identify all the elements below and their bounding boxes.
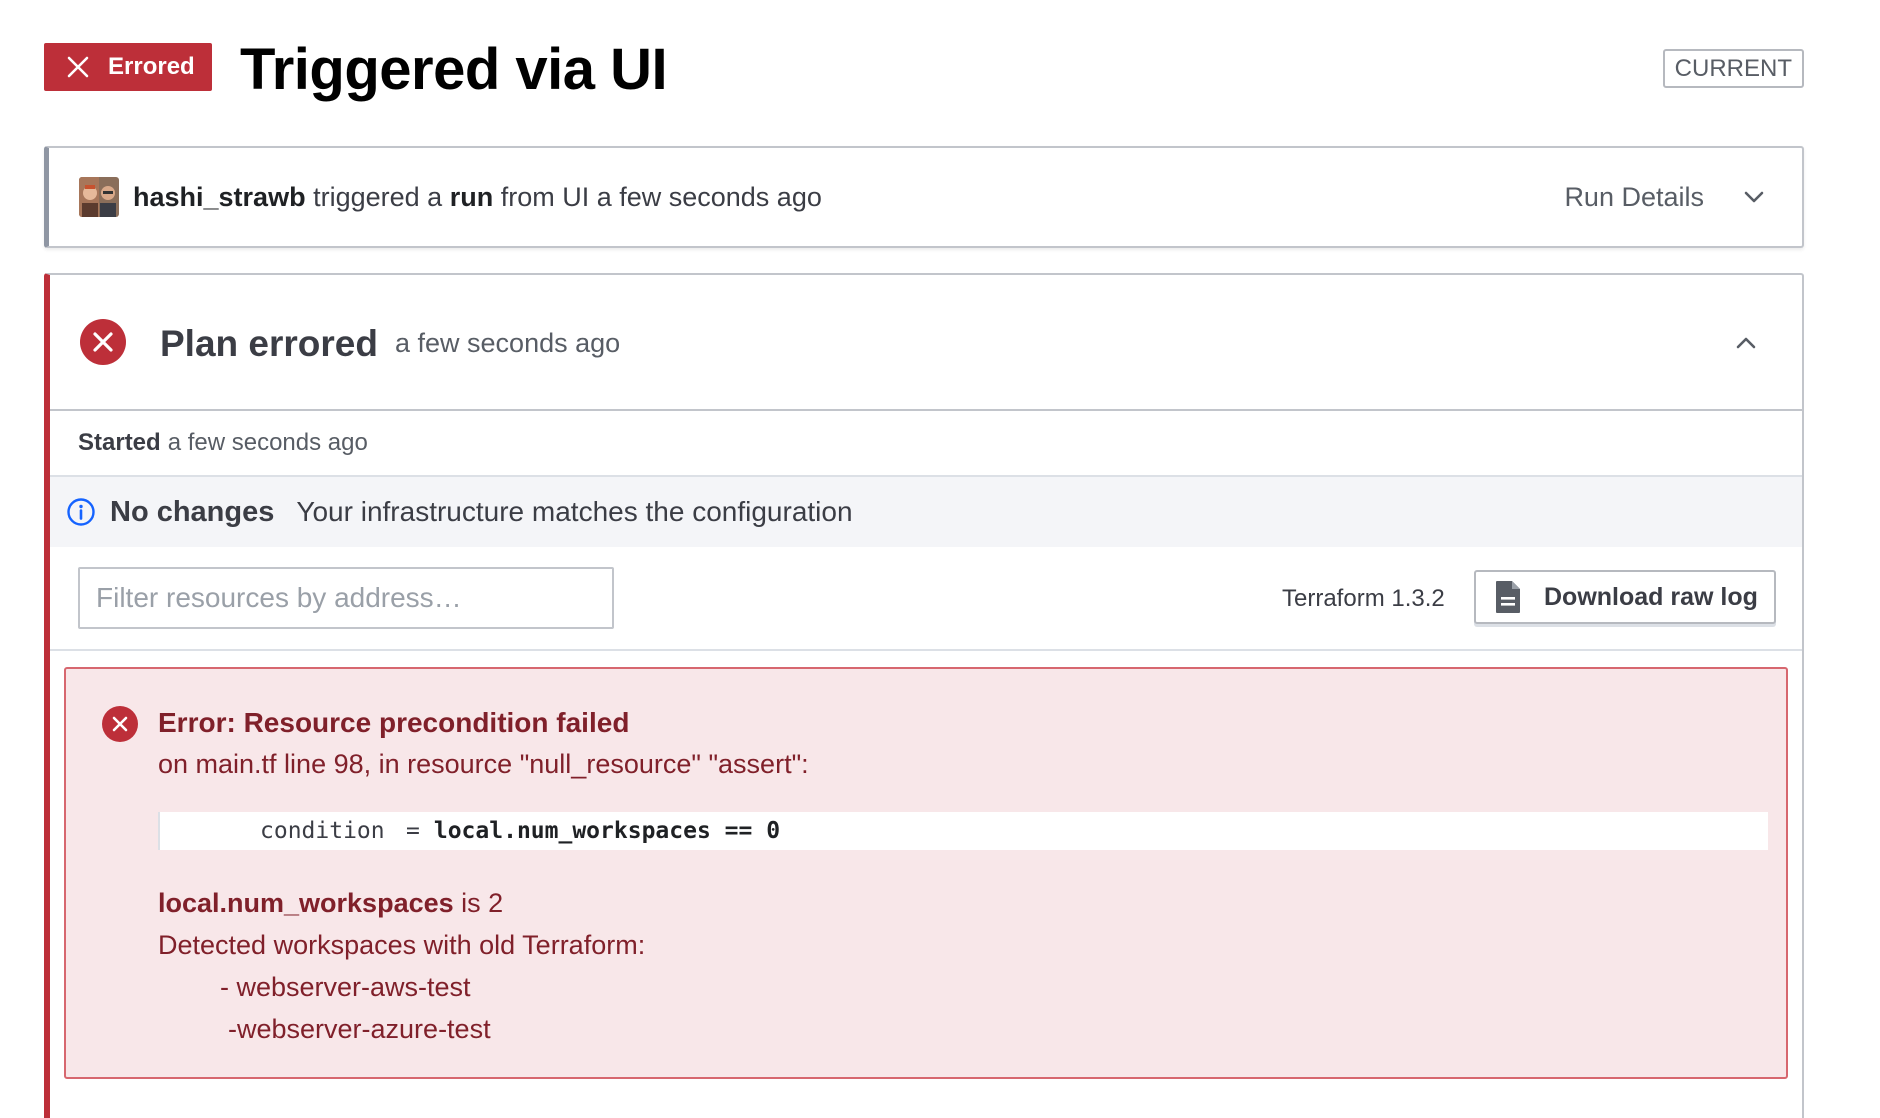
info-icon <box>66 497 96 527</box>
chevron-up-icon[interactable] <box>1734 331 1758 355</box>
error-detail: local.num_workspaces is 2 Detected works… <box>158 882 645 1050</box>
download-label: Download raw log <box>1544 582 1758 611</box>
plan-card: Plan errored a few seconds ago Started a… <box>44 273 1804 1118</box>
error-variable-value: is 2 <box>453 888 504 918</box>
run-header: Errored Triggered via UI CURRENT <box>44 36 1804 108</box>
plan-timestamp: a few seconds ago <box>395 328 621 358</box>
download-raw-log-button[interactable]: Download raw log <box>1474 570 1776 624</box>
code-snippet: condition = local.num_workspaces == 0 <box>158 812 1768 850</box>
plan-header[interactable]: Plan errored a few seconds ago <box>50 275 1802 411</box>
run-user[interactable]: hashi_strawb <box>133 182 306 212</box>
chevron-down-icon <box>1742 185 1766 209</box>
status-label: Errored <box>108 53 195 80</box>
error-circle-icon <box>80 319 126 365</box>
filter-resources-input[interactable] <box>78 567 614 629</box>
run-summary-card[interactable]: hashi_strawb triggered a run from UI a f… <box>44 146 1804 248</box>
run-details-toggle[interactable]: Run Details <box>1564 148 1766 246</box>
run-description: hashi_strawb triggered a run from UI a f… <box>133 182 822 213</box>
filter-toolbar: Terraform 1.3.2 Download raw log <box>50 547 1802 651</box>
close-icon <box>64 53 92 81</box>
run-text-triggered: triggered a <box>313 181 443 212</box>
started-label: Started <box>78 429 161 456</box>
terraform-version: Terraform 1.3.2 <box>1282 585 1445 612</box>
page-title: Triggered via UI <box>240 37 668 102</box>
no-changes-description: Your infrastructure matches the configur… <box>296 496 853 527</box>
list-item: -webserver-azure-test <box>228 1014 491 1044</box>
error-location: on main.tf line 98, in resource "null_re… <box>158 749 809 779</box>
avatar <box>79 177 119 217</box>
started-time: a few seconds ago <box>167 429 368 456</box>
error-panel: Error: Resource precondition failed on m… <box>64 667 1788 1079</box>
run-page: Errored Triggered via UI CURRENT hashi_s… <box>0 0 1880 1118</box>
run-text-from: from UI a few seconds ago <box>500 181 822 212</box>
error-title: Error: Resource precondition failed <box>158 707 630 738</box>
current-badge: CURRENT <box>1662 49 1804 88</box>
error-detail-line: Detected workspaces with old Terraform: <box>158 930 646 960</box>
status-badge: Errored <box>44 43 212 91</box>
file-icon <box>1494 580 1522 614</box>
run-text-run: run <box>449 181 494 212</box>
plan-title: Plan errored <box>160 323 378 364</box>
started-row: Started a few seconds ago <box>50 411 1802 477</box>
code-operator: = <box>406 818 420 844</box>
no-changes-title: No changes <box>110 495 275 528</box>
error-circle-icon <box>98 702 142 746</box>
code-key: condition <box>260 818 385 844</box>
no-changes-banner: No changes Your infrastructure matches t… <box>50 477 1802 547</box>
error-variable: local.num_workspaces <box>158 888 454 918</box>
code-expression: local.num_workspaces == 0 <box>433 818 781 844</box>
list-item: - webserver-aws-test <box>220 972 471 1002</box>
run-details-label: Run Details <box>1564 181 1704 212</box>
